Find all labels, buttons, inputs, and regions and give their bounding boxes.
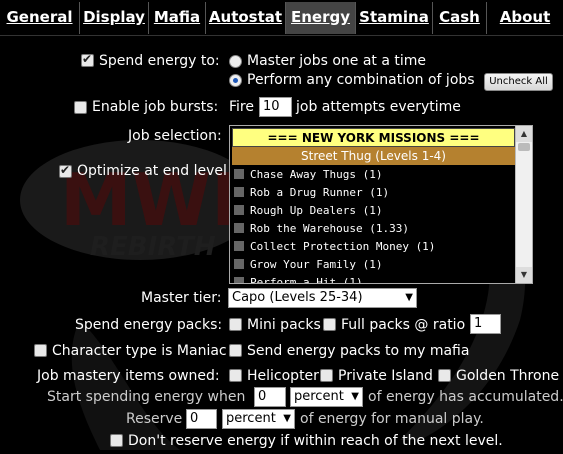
- full-packs-checkbox[interactable]: [323, 318, 336, 331]
- start-spending-label: Start spending energy when: [47, 389, 246, 405]
- job-selection-list[interactable]: === NEW YORK MISSIONS === Street Thug (L…: [229, 125, 533, 284]
- mini-packs-checkbox[interactable]: [229, 318, 242, 331]
- full-packs-label: Full packs @ ratio: [341, 317, 466, 333]
- fire-count-input[interactable]: 10: [259, 97, 292, 117]
- golden-throne-checkbox[interactable]: [438, 369, 451, 382]
- job-bursts-label: Enable job bursts:: [92, 99, 219, 115]
- reserve-suffix: of energy for manual play.: [300, 411, 484, 427]
- helicopter-checkbox[interactable]: [229, 369, 242, 382]
- uncheck-all-button[interactable]: Uncheck All: [484, 73, 553, 91]
- maniac-checkbox[interactable]: [34, 344, 47, 357]
- job-list-tier-header: Street Thug (Levels 1-4): [232, 147, 515, 165]
- tab-about[interactable]: About: [487, 2, 563, 34]
- any-combination-label: Perform any combination of jobs: [247, 72, 475, 88]
- tab-autostat[interactable]: Autostat: [206, 2, 286, 34]
- dont-reserve-label: Don't reserve energy if within reach of …: [128, 433, 503, 449]
- job-list-group-header: === NEW YORK MISSIONS ===: [232, 128, 515, 147]
- master-jobs-radio[interactable]: [229, 55, 242, 68]
- chevron-down-icon: ▼: [405, 292, 413, 303]
- master-jobs-label: Master jobs one at a time: [247, 53, 427, 69]
- tab-mafia[interactable]: Mafia: [149, 2, 206, 34]
- tab-energy[interactable]: Energy: [286, 2, 356, 34]
- chevron-down-icon: ▼: [351, 391, 359, 402]
- mastery-items-label: Job mastery items owned:: [37, 368, 220, 384]
- send-packs-checkbox[interactable]: [229, 344, 242, 357]
- job-list-item[interactable]: Chase Away Thugs (1): [234, 166, 382, 184]
- send-packs-label: Send energy packs to my mafia: [247, 343, 470, 359]
- dont-reserve-checkbox[interactable]: [110, 434, 123, 447]
- energy-packs-label: Spend energy packs:: [75, 317, 223, 333]
- tab-general[interactable]: General: [0, 2, 80, 34]
- job-list-item[interactable]: Rob the Warehouse (1.33): [234, 220, 409, 238]
- scroll-up-icon[interactable]: ▲: [516, 126, 532, 142]
- job-list-item[interactable]: Perform a Hit (1): [234, 274, 363, 283]
- optimize-checkbox[interactable]: [59, 163, 72, 178]
- tab-display[interactable]: Display: [80, 2, 149, 34]
- start-unit-value: percent: [294, 389, 344, 404]
- scroll-down-icon[interactable]: ▼: [516, 267, 532, 283]
- reserve-label: Reserve: [126, 411, 183, 427]
- job-bursts-checkbox[interactable]: [74, 101, 87, 114]
- optimize-label: Optimize at end level: [77, 163, 227, 179]
- start-spending-input[interactable]: 0: [254, 387, 286, 407]
- job-list-item[interactable]: Rob a Drug Runner (1): [234, 184, 389, 202]
- golden-throne-label: Golden Throne: [456, 368, 560, 384]
- settings-tab-bar: General Display Mafia Autostat Energy St…: [0, 0, 563, 36]
- job-checkbox-icon: [234, 187, 244, 197]
- job-checkbox-icon: [234, 205, 244, 215]
- scroll-thumb[interactable]: [518, 143, 530, 151]
- mini-packs-label: Mini packs: [247, 317, 321, 333]
- helicopter-label: Helicopter: [247, 368, 319, 384]
- private-island-checkbox[interactable]: [320, 369, 333, 382]
- any-combination-radio[interactable]: [229, 74, 242, 87]
- private-island-label: Private Island: [338, 368, 433, 384]
- ratio-input[interactable]: 1: [470, 314, 501, 334]
- job-list-item[interactable]: Grow Your Family (1): [234, 256, 382, 274]
- tab-cash[interactable]: Cash: [433, 2, 487, 34]
- start-spending-suffix: of energy has accumulated.: [368, 389, 563, 405]
- fire-label: Fire: [229, 99, 254, 115]
- master-tier-value: Capo (Levels 25-34): [232, 290, 363, 305]
- reserve-unit-value: percent: [226, 411, 276, 426]
- job-checkbox-icon: [234, 241, 244, 251]
- start-unit-select[interactable]: percent ▼: [290, 387, 363, 407]
- chevron-down-icon: ▼: [283, 413, 291, 424]
- fire-suffix-label: job attempts everytime: [296, 99, 461, 115]
- master-tier-select[interactable]: Capo (Levels 25-34) ▼: [228, 288, 417, 308]
- watermark-sub: REBIRTH: [90, 232, 216, 262]
- job-checkbox-icon: [234, 169, 244, 179]
- spend-energy-checkbox[interactable]: [81, 52, 94, 67]
- reserve-input[interactable]: 0: [186, 409, 217, 429]
- job-list-scrollbar[interactable]: ▲ ▼: [515, 126, 532, 283]
- maniac-label: Character type is Maniac: [52, 343, 227, 359]
- tab-stamina[interactable]: Stamina: [356, 2, 433, 34]
- job-checkbox-icon: [234, 223, 244, 233]
- job-checkbox-icon: [234, 259, 244, 269]
- spend-energy-label: Spend energy to:: [99, 53, 220, 69]
- job-list-item[interactable]: Collect Protection Money (1): [234, 238, 435, 256]
- reserve-unit-select[interactable]: percent ▼: [222, 409, 295, 429]
- master-tier-label: Master tier:: [141, 290, 222, 306]
- job-checkbox-icon: [234, 277, 244, 283]
- job-list-item[interactable]: Rough Up Dealers (1): [234, 202, 382, 220]
- job-selection-label: Job selection:: [128, 128, 222, 144]
